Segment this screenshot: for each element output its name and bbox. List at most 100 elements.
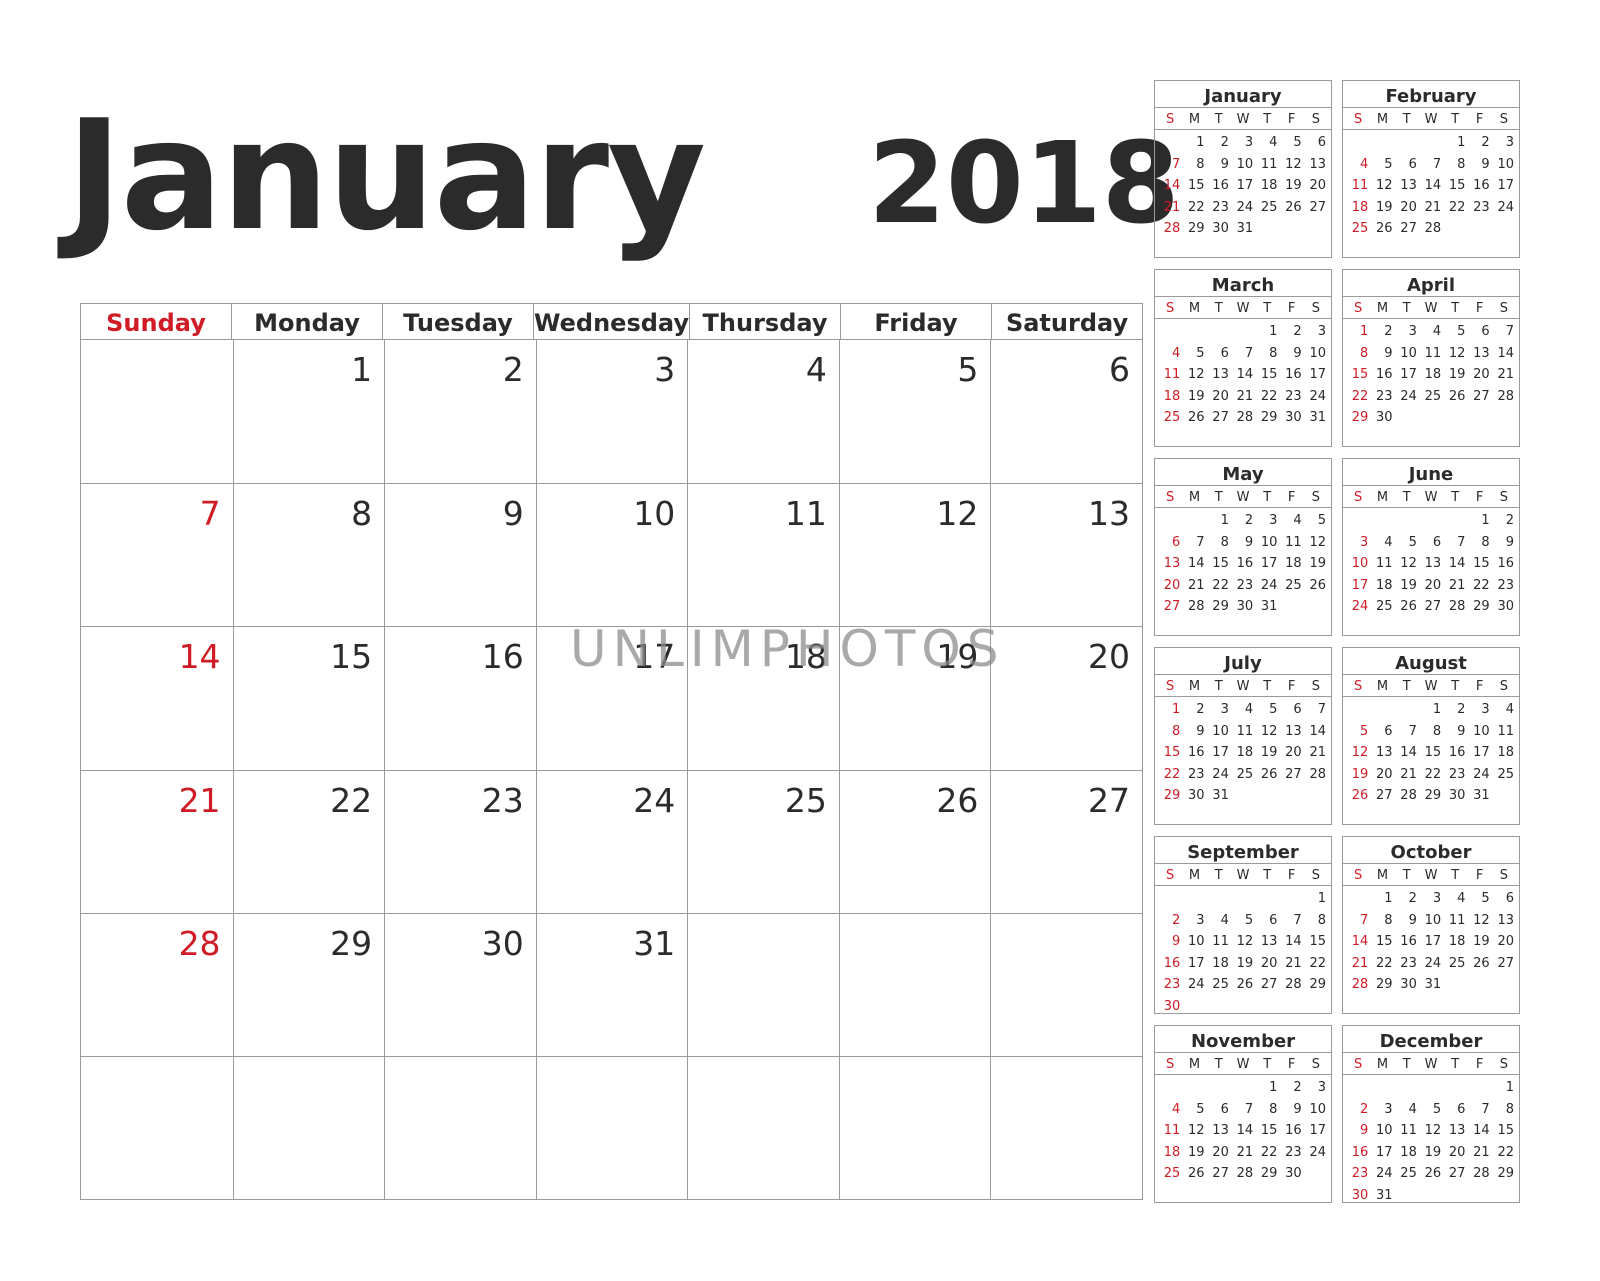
day-cell[interactable] [232,1055,385,1199]
mini-day: 27 [1424,599,1442,614]
day-cell[interactable]: 22 [232,769,385,913]
mini-day: 8 [1196,156,1205,172]
day-cell[interactable]: 28 [81,912,233,1056]
mini-empty-day [1370,132,1394,154]
day-number: 12 [936,494,979,534]
day-cell[interactable]: 1 [232,340,385,484]
day-cell[interactable] [838,1055,991,1199]
mini-weekday-label: F [1287,679,1296,694]
mini-month-title: September [1155,837,1331,864]
mini-day: 1 [1432,702,1442,717]
mini-day: 9 [1293,1101,1302,1117]
mini-day: 27 [1376,788,1393,803]
day-cell[interactable] [838,912,991,1056]
mini-day: 21 [1188,577,1205,593]
day-number: 15 [330,637,373,677]
mini-day: 25 [1163,1166,1181,1181]
mini-day: 10 [1260,534,1278,550]
mini-day: 23 [1188,766,1205,782]
day-cell[interactable]: 26 [838,769,991,913]
weekday-monday: Monday [231,304,382,339]
mini-calendar-april: April S M T W T F S 1 2 3 4 5 6 7 8 9 10 11 12 13 14 15 16 17 18 1… [1342,269,1520,447]
mini-day: 24 [1376,1166,1393,1181]
day-cell[interactable]: 31 [535,912,688,1056]
mini-day: 13 [1260,934,1278,949]
day-cell[interactable] [81,340,233,483]
day-cell[interactable] [687,912,839,1056]
mini-day: 18 [1448,934,1466,949]
day-cell[interactable]: 2 [384,340,536,484]
mini-day: 4 [1220,912,1229,928]
mini-weekday-label: M [1188,679,1201,694]
mini-day: 20 [1376,766,1393,782]
day-cell[interactable]: 9 [384,483,536,627]
mini-weekday-row: SMTWTFS [1155,675,1331,697]
day-cell[interactable]: 30 [384,912,536,1056]
day-cell[interactable]: 14 [81,626,233,769]
day-number: 16 [481,637,524,677]
day-cell[interactable] [990,1055,1142,1199]
day-cell[interactable]: 12 [838,483,991,627]
mini-day: 17 [1400,367,1417,382]
day-cell[interactable]: 18 [687,626,839,770]
day-cell[interactable]: 8 [232,483,385,627]
mini-day: 1 [1360,324,1369,339]
mini-day: 26 [1448,388,1466,404]
day-cell[interactable]: 20 [990,626,1142,770]
day-cell[interactable]: 23 [384,769,536,913]
mini-weekday-label: S [1166,301,1175,316]
mini-day: 28 [1188,599,1205,614]
day-cell[interactable]: 27 [990,769,1142,913]
mini-weekday-label: S [1311,490,1320,505]
mini-weekday-label: M [1188,112,1201,127]
day-cell[interactable]: 17 [535,626,688,770]
mini-weekday-label: S [1354,1057,1363,1072]
day-cell[interactable]: 6 [990,340,1142,484]
mini-weekday-label: W [1236,112,1250,127]
day-cell[interactable]: 5 [838,340,991,484]
day-cell[interactable]: 3 [535,340,688,484]
mini-day: 22 [1309,955,1326,971]
day-cell[interactable]: 7 [81,483,233,626]
mini-day: 30 [1497,599,1514,614]
mini-day: 25 [1285,577,1302,593]
mini-empty-day [1467,1077,1491,1099]
mini-day: 13 [1212,1123,1229,1138]
day-cell[interactable]: 24 [535,769,688,913]
day-cell[interactable]: 13 [990,483,1142,627]
day-cell[interactable]: 19 [838,626,991,770]
day-cell[interactable] [535,1055,688,1199]
day-cell[interactable] [81,1055,233,1199]
day-cell[interactable]: 25 [687,769,839,913]
day-cell[interactable]: 11 [687,483,839,627]
day-cell[interactable] [687,1055,839,1199]
day-cell[interactable] [384,1055,536,1199]
mini-day: 23 [1285,1144,1302,1160]
mini-empty-day [1158,510,1182,532]
mini-day: 11 [1424,345,1442,361]
day-cell[interactable]: 21 [81,769,233,913]
mini-days: 1 2 3 4 5 6 7 8 9 10 11 12 13 14 15 16 17 18 19 20 21 22 23 24 2… [1343,697,1519,807]
mini-day: 3 [1317,324,1326,339]
mini-day: 16 [1473,178,1490,193]
mini-day: 8 [1220,534,1229,550]
day-cell[interactable] [990,912,1142,1056]
mini-day: 31 [1424,977,1442,992]
mini-weekday-label: S [1354,679,1363,694]
day-number: 27 [1087,780,1130,820]
mini-day: 6 [1457,1101,1466,1117]
mini-day: 23 [1236,577,1254,593]
day-cell[interactable]: 29 [232,912,385,1056]
month-title: January [66,87,706,264]
day-cell[interactable]: 4 [687,340,839,484]
day-cell[interactable]: 10 [535,483,688,627]
mini-day: 23 [1163,977,1181,992]
mini-weekday-label: T [1402,1057,1411,1072]
day-cell[interactable]: 16 [384,626,536,770]
mini-weekday-label: F [1475,301,1484,316]
mini-day: 17 [1236,178,1254,193]
day-cell[interactable]: 15 [232,626,385,770]
mini-weekday-label: W [1424,301,1438,316]
mini-day: 28 [1309,766,1326,782]
mini-day: 5 [1457,324,1466,339]
